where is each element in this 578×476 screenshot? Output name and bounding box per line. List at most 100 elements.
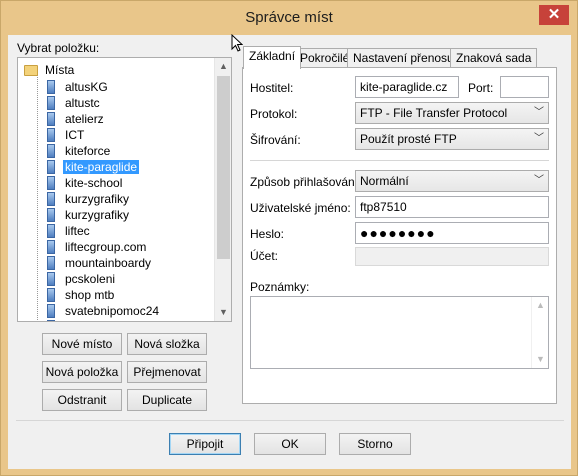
port-input[interactable] [500,76,549,98]
new-site-button[interactable]: Nové místo [42,333,122,355]
protocol-value: FTP - File Transfer Protocol [360,106,508,120]
tree-item[interactable]: liftecgroup.com [44,239,148,255]
password-input[interactable]: ●●●●●●●● [355,222,549,244]
scroll-down-icon[interactable]: ▼ [532,351,549,368]
notes-scrollbar[interactable]: ▲ ▼ [531,297,548,368]
tab-transfer-settings[interactable]: Nastavení přenosu [347,48,460,68]
footer-divider [16,420,564,421]
close-button[interactable]: ✕ [539,5,569,25]
host-label: Hostitel: [250,81,294,95]
site-tree[interactable]: Místa altusKG altustc atelierz ICT kiteforce… [17,57,232,322]
server-icon [47,176,55,190]
tree-item[interactable]: kurzygrafiky [44,191,131,207]
notes-textarea[interactable]: ▲ ▼ [250,296,549,369]
tree-item-label: liftec [65,224,90,238]
delete-button[interactable]: Odstranit [42,389,122,411]
tree-item[interactable]: liftec [44,223,92,239]
encryption-value: Použít prosté FTP [360,132,457,146]
new-bookmark-button[interactable]: Nová položka [42,361,122,383]
tree-item-label: kurzygrafiky [65,192,130,206]
logon-type-label: Způsob přihlašování: [250,175,362,189]
tree-root-label: Místa [45,63,75,77]
tree-item[interactable]: kurzygrafiky [44,207,131,223]
server-icon [47,224,55,238]
connect-button[interactable]: Připojit [169,433,241,455]
tree-item[interactable]: altustc [44,95,102,111]
tree-item-label: kurzygrafiky [65,208,130,222]
server-icon [47,160,55,174]
tree-item[interactable]: kite-paraglide [44,159,140,175]
chevron-down-icon: ﹀ [534,133,544,144]
tree-item[interactable]: svatebnipomoc24 [44,303,161,319]
scroll-thumb[interactable] [217,76,230,259]
tab-charset[interactable]: Znaková sada [450,48,538,68]
encryption-label: Šifrování: [250,133,301,147]
tree-item[interactable]: pcskoleni [44,271,117,287]
tree-item-label: kiteforce [65,144,111,158]
notes-label: Poznámky: [250,280,310,294]
tree-item-label: ICT [65,128,85,142]
logon-type-select[interactable]: Normální ﹀ [355,170,549,192]
server-icon [47,288,55,302]
tree-item[interactable]: kiteforce [44,143,112,159]
rename-button[interactable]: Přejmenovat [127,361,207,383]
scroll-up-icon[interactable]: ▲ [532,297,549,314]
server-icon [47,272,55,286]
ok-button[interactable]: OK [254,433,326,455]
tree-item-label: kite-school [65,176,123,190]
server-icon [47,304,55,318]
tree-guide-line [37,72,38,321]
tree-item[interactable]: kite-school [44,175,124,191]
tree-item[interactable]: shop mtb [44,287,116,303]
account-input [355,247,549,266]
password-label: Heslo: [250,227,285,241]
server-icon [47,80,55,94]
encryption-select[interactable]: Použít prosté FTP ﹀ [355,128,549,150]
tree-item-label: pcskoleni [65,272,116,286]
port-label: Port: [468,81,494,95]
chevron-down-icon: ﹀ [534,107,544,118]
tree-item-label: test_mountain [63,320,142,321]
mouse-cursor-icon [231,34,243,52]
scroll-down-icon[interactable]: ▼ [215,304,231,321]
user-label: Uživatelské jméno: [250,201,351,215]
tree-item[interactable]: mountainboardy [44,255,153,271]
site-manager-window: Správce míst ✕ Vybrat položku: Místa alt… [0,0,578,476]
tree-item-label: liftecgroup.com [65,240,147,254]
logon-type-value: Normální [360,174,409,188]
new-folder-button[interactable]: Nová složka [127,333,207,355]
tree-item-label: kite-paraglide [63,160,140,174]
tree-item[interactable]: atelierz [44,111,106,127]
scroll-up-icon[interactable]: ▲ [215,58,231,75]
protocol-label: Protokol: [250,107,298,121]
tree-item[interactable]: ICT [44,127,86,143]
tab-general[interactable]: Základní [243,46,302,69]
server-icon [47,144,55,158]
tree-scrollbar[interactable]: ▲ ▼ [214,58,231,321]
chevron-down-icon: ﹀ [534,175,544,186]
host-input[interactable]: kite-paraglide.cz [355,76,459,98]
tree-item[interactable]: altusKG [44,79,110,95]
tree-item-label: altustc [65,96,100,110]
duplicate-button[interactable]: Duplicate [127,389,207,411]
server-icon [47,240,55,254]
protocol-select[interactable]: FTP - File Transfer Protocol ﹀ [355,102,549,124]
server-icon [47,320,55,321]
server-icon [47,256,55,270]
server-icon [47,112,55,126]
server-icon [47,128,55,142]
tree-item-label: atelierz [65,112,104,126]
cancel-button[interactable]: Storno [339,433,411,455]
dialog-client: Vybrat položku: Místa altusKG altustc atel… [8,35,571,469]
account-label: Účet: [250,249,279,263]
general-tab-panel: Hostitel: kite-paraglide.cz Port: Protok… [242,67,557,404]
user-input[interactable]: ftp87510 [355,196,549,218]
tree-item[interactable]: test_mountain [44,319,142,321]
select-entry-label: Vybrat položku: [17,41,100,55]
tree-item-label: altusKG [65,80,108,94]
title-bar[interactable]: Správce míst ✕ [1,1,577,35]
folder-icon [24,64,38,76]
server-icon [47,96,55,110]
tree-root-sites[interactable]: Místa [24,62,76,78]
server-icon [47,208,55,222]
